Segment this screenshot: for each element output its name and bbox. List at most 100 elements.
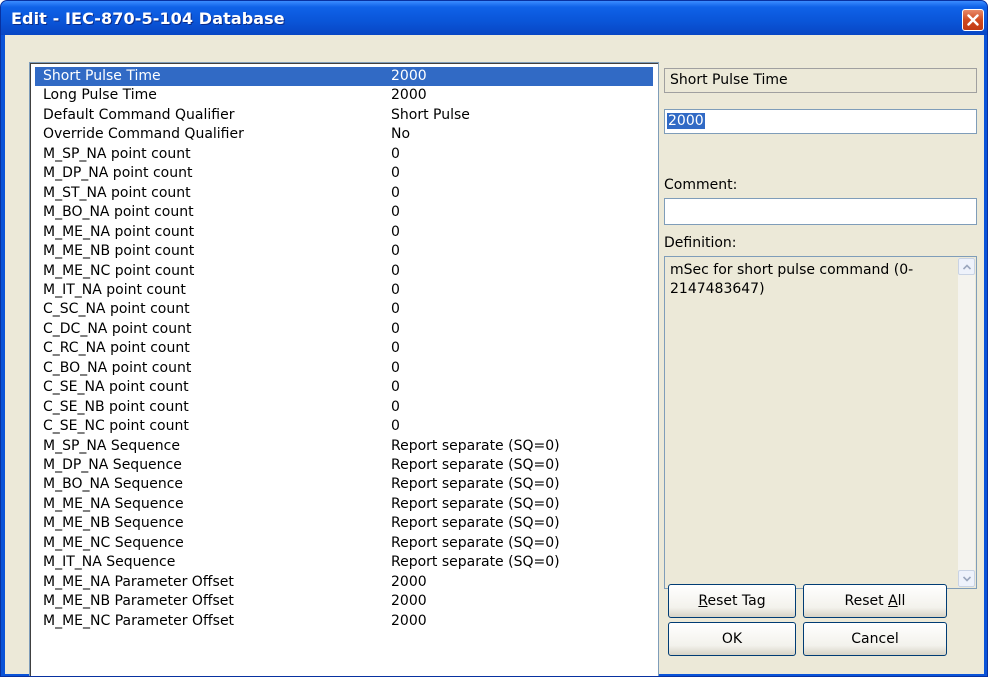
- parameter-row-value: 0: [391, 379, 400, 396]
- scroll-down-button[interactable]: [958, 570, 975, 587]
- parameter-row-name: M_ME_NA Parameter Offset: [43, 573, 234, 590]
- parameter-row-value: No: [391, 126, 411, 143]
- parameter-row-name: M_ME_NB Parameter Offset: [43, 593, 234, 610]
- parameter-row[interactable]: M_ME_NA Sequence Report separate (SQ=0): [35, 495, 653, 514]
- parameter-row[interactable]: C_SE_NC point count 0: [35, 417, 653, 436]
- parameter-row[interactable]: C_SC_NA point count 0: [35, 300, 653, 319]
- title-bar[interactable]: Edit - IEC-870-5-104 Database: [1, 1, 987, 35]
- ok-button[interactable]: OK: [668, 622, 796, 656]
- parameter-row-name: M_DP_NA point count: [43, 165, 193, 182]
- parameter-row-name: M_DP_NA Sequence: [43, 457, 182, 473]
- parameter-row[interactable]: C_RC_NA point count 0: [35, 339, 653, 358]
- parameter-row[interactable]: Default Command Qualifier Short Pulse: [35, 106, 653, 125]
- parameter-row-name: C_SC_NA point count: [43, 301, 190, 318]
- parameter-value-input[interactable]: 2000: [664, 109, 977, 134]
- parameter-row-name: M_BO_NA Sequence: [43, 476, 184, 493]
- parameter-row[interactable]: C_SE_NA point count 0: [35, 378, 653, 397]
- parameter-row-name: M_ME_NC Parameter Offset: [43, 612, 235, 629]
- parameter-row-name: M_ME_NB Sequence: [43, 515, 184, 532]
- parameter-row-name: M_ST_NA point count: [43, 184, 191, 201]
- parameter-row[interactable]: M_SP_NA Sequence Report separate (SQ=0): [35, 437, 653, 456]
- reset-all-button[interactable]: Reset All: [803, 584, 947, 618]
- parameter-list[interactable]: Short Pulse Time 2000 Long Pulse Time 2000 D…: [29, 62, 659, 676]
- parameter-row-name: M_ME_NB point count: [43, 243, 195, 260]
- parameter-row-value: Short Pulse: [391, 106, 470, 123]
- parameter-row-name: M_ME_NC point count: [43, 262, 195, 279]
- parameter-row-name: C_SE_NA point count: [43, 379, 189, 396]
- parameter-row[interactable]: Long Pulse Time 2000: [35, 86, 653, 105]
- parameter-row-value: 2000: [391, 68, 427, 84]
- parameter-row-value: 2000: [391, 612, 427, 629]
- scroll-up-arrow-icon: [963, 264, 971, 270]
- parameter-row[interactable]: M_BO_NA Sequence Report separate (SQ=0): [35, 475, 653, 494]
- parameter-row[interactable]: M_ST_NA point count 0: [35, 184, 653, 203]
- parameter-row-name: C_DC_NA point count: [43, 320, 192, 337]
- definition-scrollbar[interactable]: [958, 258, 975, 587]
- parameter-row-value: 2000: [391, 573, 427, 590]
- parameter-row-value: 0: [391, 184, 400, 201]
- parameter-row-value: Report separate (SQ=0): [391, 515, 560, 532]
- parameter-row[interactable]: C_SE_NB point count 0: [35, 398, 653, 417]
- parameter-row-value: 0: [391, 340, 400, 357]
- window-title: Edit - IEC-870-5-104 Database: [11, 9, 285, 28]
- parameter-row-value: 0: [391, 145, 400, 162]
- edit-database-dialog: Edit - IEC-870-5-104 Database Short Puls…: [0, 0, 988, 677]
- parameter-row[interactable]: M_IT_NA Sequence Report separate (SQ=0): [35, 553, 653, 572]
- comment-label: Comment:: [664, 177, 738, 193]
- parameter-row[interactable]: M_ME_NA point count 0: [35, 223, 653, 242]
- parameter-row[interactable]: Short Pulse Time 2000: [35, 67, 653, 86]
- parameter-row-name: C_SE_NC point count: [43, 418, 189, 435]
- close-button[interactable]: [962, 9, 984, 31]
- parameter-row-value: 0: [391, 320, 400, 337]
- parameter-row[interactable]: M_ME_NC Sequence Report separate (SQ=0): [35, 534, 653, 553]
- parameter-row-value: 0: [391, 262, 400, 279]
- parameter-row-name: C_BO_NA point count: [43, 359, 192, 376]
- parameter-row-name: C_RC_NA point count: [43, 340, 190, 357]
- parameter-row-value: 0: [391, 204, 400, 221]
- reset-all-label: Reset All: [844, 593, 906, 609]
- parameter-row-value: 0: [391, 301, 400, 318]
- parameter-row-value: Report separate (SQ=0): [391, 476, 560, 493]
- parameter-row-name: C_SE_NB point count: [43, 398, 189, 415]
- parameter-row[interactable]: C_DC_NA point count 0: [35, 320, 653, 339]
- reset-tag-button[interactable]: Reset Tag: [668, 584, 796, 618]
- parameter-row-value: Report separate (SQ=0): [391, 457, 560, 473]
- parameter-row-name: M_BO_NA point count: [43, 204, 194, 221]
- parameter-row[interactable]: M_IT_NA point count 0: [35, 281, 653, 300]
- parameter-row-name: Override Command Qualifier: [43, 126, 244, 143]
- parameter-row[interactable]: M_ME_NB Parameter Offset 2000: [35, 592, 653, 611]
- parameter-row[interactable]: M_BO_NA point count 0: [35, 203, 653, 222]
- definition-text: mSec for short pulse command (0-21474836…: [670, 262, 914, 297]
- parameter-row-value: 0: [391, 281, 400, 298]
- parameter-row-value: Report separate (SQ=0): [391, 534, 560, 551]
- parameter-row[interactable]: C_BO_NA point count 0: [35, 359, 653, 378]
- definition-box: mSec for short pulse command (0-21474836…: [664, 256, 977, 589]
- parameter-row[interactable]: Override Command Qualifier No: [35, 125, 653, 144]
- parameter-row-name: M_SP_NA Sequence: [43, 437, 180, 454]
- scroll-up-button[interactable]: [958, 258, 975, 275]
- parameter-row[interactable]: M_ME_NB Sequence Report separate (SQ=0): [35, 514, 653, 533]
- parameter-row[interactable]: M_ME_NA Parameter Offset 2000: [35, 573, 653, 592]
- parameter-row[interactable]: M_SP_NA point count 0: [35, 145, 653, 164]
- parameter-row[interactable]: M_DP_NA point count 0: [35, 164, 653, 183]
- parameter-row-name: M_IT_NA Sequence: [43, 554, 176, 571]
- definition-label: Definition:: [664, 235, 737, 251]
- parameter-row-name: M_SP_NA point count: [43, 145, 191, 162]
- comment-field[interactable]: [664, 198, 977, 225]
- parameter-row[interactable]: M_ME_NC Parameter Offset 2000: [35, 612, 653, 631]
- parameter-row[interactable]: M_ME_NC point count 0: [35, 262, 653, 281]
- parameter-row-name: Long Pulse Time: [43, 87, 157, 104]
- parameter-row-value: 2000: [391, 593, 427, 610]
- parameter-row-value: Report separate (SQ=0): [391, 495, 560, 512]
- parameter-row-name: M_IT_NA point count: [43, 281, 186, 298]
- parameter-row[interactable]: M_ME_NB point count 0: [35, 242, 653, 261]
- parameter-row-value: Report separate (SQ=0): [391, 554, 560, 571]
- parameter-row[interactable]: M_DP_NA Sequence Report separate (SQ=0): [35, 456, 653, 475]
- reset-tag-label: Reset Tag: [698, 593, 766, 609]
- parameter-name-display: Short Pulse Time: [664, 68, 977, 93]
- parameter-row-value: Report separate (SQ=0): [391, 437, 560, 454]
- cancel-button[interactable]: Cancel: [803, 622, 947, 656]
- parameter-row-value: 0: [391, 165, 400, 182]
- parameter-row-name: Short Pulse Time: [43, 68, 161, 84]
- scroll-down-arrow-icon: [963, 576, 971, 582]
